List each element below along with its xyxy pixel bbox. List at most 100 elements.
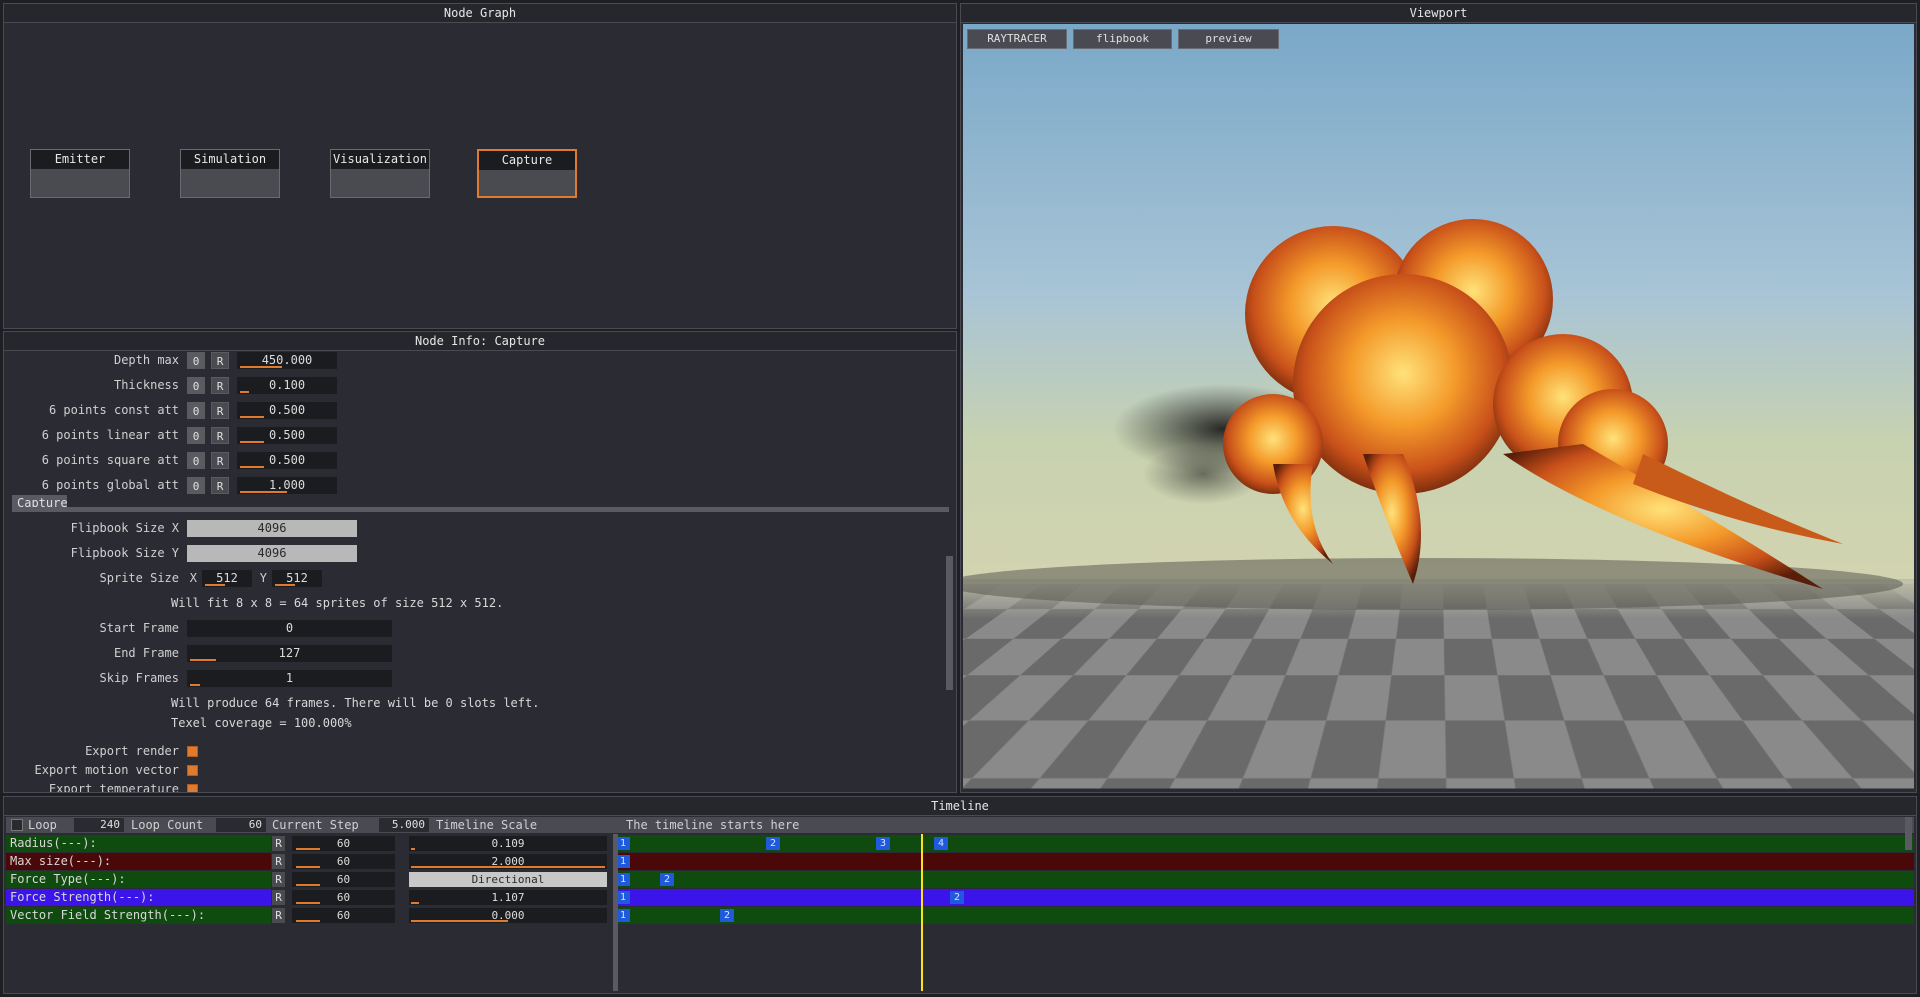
row-count-field[interactable]: 60: [292, 854, 395, 869]
sprite-y-field[interactable]: 512: [272, 570, 322, 587]
raytracer-button[interactable]: RAYTRACER: [967, 29, 1067, 49]
fire-streak: [1273, 464, 1333, 564]
reset-button[interactable]: R: [211, 352, 229, 369]
row-count-field[interactable]: 60: [292, 890, 395, 905]
node-info-panel: Node Info: Capture Depth max 0 R 450.000…: [3, 331, 957, 793]
export-temp-checkbox[interactable]: [187, 784, 198, 792]
node-emitter[interactable]: Emitter: [30, 149, 130, 198]
zero-button[interactable]: 0: [187, 452, 205, 469]
row-value-field[interactable]: 0.109: [409, 836, 607, 851]
export-render-checkbox[interactable]: [187, 746, 198, 757]
sprite-x-label: X: [189, 571, 197, 585]
row-name[interactable]: Max size(---):: [6, 853, 271, 870]
row-value-field[interactable]: Directional: [409, 872, 607, 887]
row-count-field[interactable]: 60: [292, 872, 395, 887]
reset-button[interactable]: R: [272, 908, 285, 923]
node-info-title: Node Info: Capture: [4, 332, 956, 351]
viewport-scene[interactable]: [963, 24, 1914, 790]
keyframe[interactable]: 2: [660, 873, 674, 886]
reset-button[interactable]: R: [272, 854, 285, 869]
keyframe[interactable]: 4: [934, 837, 948, 850]
row-count-field[interactable]: 60: [292, 908, 395, 923]
keyframe[interactable]: 1: [616, 837, 630, 850]
flipbook-x-label: Flipbook Size X: [70, 521, 179, 535]
zero-button[interactable]: 0: [187, 427, 205, 444]
keyframe[interactable]: 2: [950, 891, 964, 904]
end-frame-label: End Frame: [113, 646, 179, 660]
row-name[interactable]: Force Type(---):: [6, 871, 271, 888]
node-capture[interactable]: Capture: [477, 149, 577, 198]
timeline-title: Timeline: [4, 797, 1916, 816]
param-label: 6 points linear att: [41, 428, 179, 442]
param-value-field[interactable]: 0.100: [237, 377, 337, 394]
zero-button[interactable]: 0: [187, 377, 205, 394]
row-track[interactable]: 12: [614, 907, 1914, 924]
timeline-row: Force Strength(---): R 60 1.107 12: [6, 889, 1914, 906]
node-visualization[interactable]: Visualization: [330, 149, 430, 198]
explosion-render: [963, 219, 1903, 610]
flipbook-y-field[interactable]: 4096: [187, 545, 357, 562]
reset-button[interactable]: R: [211, 452, 229, 469]
export-motion-checkbox[interactable]: [187, 765, 198, 776]
row-track[interactable]: 1: [614, 853, 1914, 870]
keyframe[interactable]: 3: [876, 837, 890, 850]
export-motion-label: Export motion vector: [34, 763, 180, 777]
node-info-scrollbar[interactable]: [946, 556, 953, 690]
keyframe[interactable]: 1: [616, 855, 630, 868]
keyframe[interactable]: 2: [720, 909, 734, 922]
end-frame-field[interactable]: 127: [187, 645, 392, 662]
row-count-field[interactable]: 60: [292, 836, 395, 851]
row-track[interactable]: 12: [614, 889, 1914, 906]
row-name[interactable]: Vector Field Strength(---):: [6, 907, 271, 924]
loop-checkbox[interactable]: [11, 819, 23, 831]
node-label: Emitter: [31, 150, 129, 169]
param-value-field[interactable]: 0.500: [237, 452, 337, 469]
keyframe[interactable]: 1: [616, 909, 630, 922]
timeline-divider[interactable]: [613, 834, 618, 991]
flipbook-x-field[interactable]: 4096: [187, 520, 357, 537]
skip-frames-field[interactable]: 1: [187, 670, 392, 687]
reset-button[interactable]: R: [272, 836, 285, 851]
row-name[interactable]: Force Strength(---):: [6, 889, 271, 906]
row-value-field[interactable]: 1.107: [409, 890, 607, 905]
param-label: Depth max: [113, 353, 179, 367]
zero-button[interactable]: 0: [187, 402, 205, 419]
zero-button[interactable]: 0: [187, 477, 205, 494]
start-frame-field[interactable]: 0: [187, 620, 392, 637]
param-value-field[interactable]: 0.500: [237, 402, 337, 419]
row-value-field[interactable]: 0.000: [409, 908, 607, 923]
timeline-row: Force Type(---): R 60 Directional 12: [6, 871, 1914, 888]
keyframe[interactable]: 2: [766, 837, 780, 850]
row-track[interactable]: 1 2 3 4: [614, 835, 1914, 852]
node-simulation[interactable]: Simulation: [180, 149, 280, 198]
row-name[interactable]: Radius(---):: [6, 835, 271, 852]
reset-button[interactable]: R: [211, 427, 229, 444]
param-label: 6 points const att: [48, 403, 179, 417]
keyframe[interactable]: 1: [616, 873, 630, 886]
keyframe[interactable]: 1: [616, 891, 630, 904]
param-value-field[interactable]: 450.000: [237, 352, 337, 369]
loop-count-field[interactable]: 60: [216, 818, 266, 832]
param-label: 6 points square att: [41, 453, 179, 467]
param-value-field[interactable]: 1.000: [237, 477, 337, 494]
preview-button[interactable]: preview: [1178, 29, 1279, 49]
timeline-cursor[interactable]: [921, 834, 923, 991]
timeline-scrollbar[interactable]: [1905, 817, 1912, 850]
row-track[interactable]: 12: [614, 871, 1914, 888]
texel-info-text: Texel coverage = 100.000%: [171, 716, 352, 730]
reset-button[interactable]: R: [211, 377, 229, 394]
current-step-field[interactable]: 5.000: [379, 818, 429, 832]
sprite-x-field[interactable]: 512: [202, 570, 252, 587]
reset-button[interactable]: R: [272, 890, 285, 905]
param-value-field[interactable]: 0.500: [237, 427, 337, 444]
node-graph-title: Node Graph: [4, 4, 956, 23]
current-step-label: Current Step: [272, 818, 359, 832]
flipbook-button[interactable]: flipbook: [1073, 29, 1172, 49]
reset-button[interactable]: R: [211, 477, 229, 494]
row-value-field[interactable]: 2.000: [409, 854, 607, 869]
reset-button[interactable]: R: [272, 872, 285, 887]
loop-field[interactable]: 240: [74, 818, 124, 832]
reset-button[interactable]: R: [211, 402, 229, 419]
timeline-row: Vector Field Strength(---): R 60 0.000 1…: [6, 907, 1914, 924]
zero-button[interactable]: 0: [187, 352, 205, 369]
